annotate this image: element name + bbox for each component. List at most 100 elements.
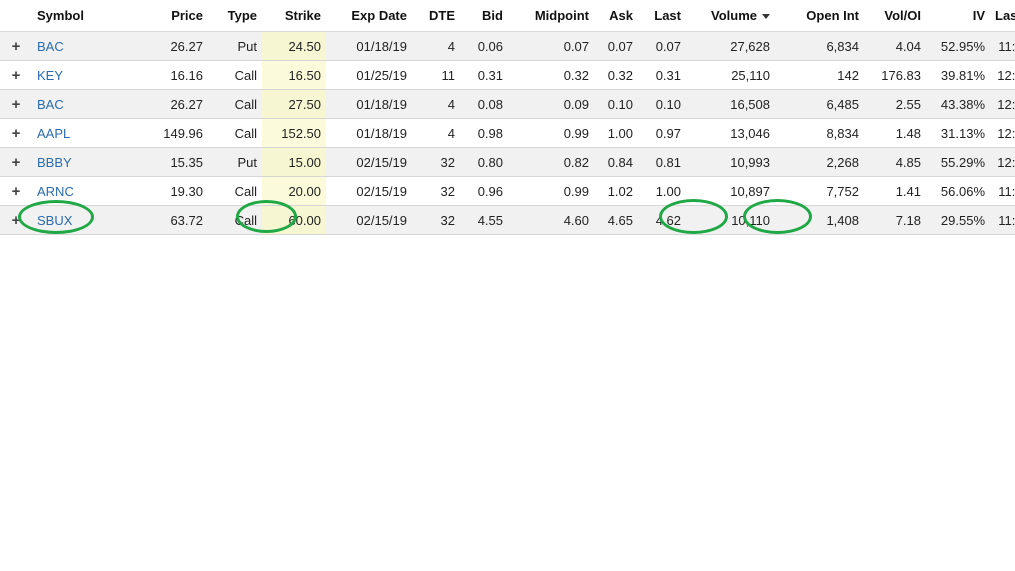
cell-last-trade: 11:54 ET [990,31,1015,61]
cell-type: Call [208,176,262,206]
symbol-link[interactable]: BAC [37,39,64,54]
cell-type: Call [208,118,262,148]
table-body: + BAC 26.27 Put 24.50 01/18/19 4 0.06 0.07 0.07 0.… [0,31,1015,235]
cell-type: Call [208,89,262,119]
cell-strike: 24.50 [262,31,326,61]
cell-exp-date: 01/18/19 [326,89,412,119]
cell-volume: 25,110 [686,60,775,90]
cell-iv: 56.06% [926,176,990,206]
header-exp-date[interactable]: Exp Date [326,0,412,32]
symbol-link[interactable]: SBUX [37,213,72,228]
expand-row-icon[interactable]: + [0,205,32,235]
header-last[interactable]: Last [638,0,686,32]
cell-bid: 0.31 [460,60,508,90]
cell-vol-oi: 4.85 [864,147,926,177]
cell-midpoint: 0.07 [508,31,594,61]
table-row[interactable]: + ARNC 19.30 Call 20.00 02/15/19 32 0.96 0.99 1.0… [0,176,1015,206]
options-table: Symbol Price Type Strike Exp Date DTE Bi… [0,0,1015,235]
table-row[interactable]: + AAPL 149.96 Call 152.50 01/18/19 4 0.98 0.99 1.… [0,118,1015,148]
cell-strike: 60.00 [262,205,326,235]
cell-price: 16.16 [118,60,208,90]
cell-strike: 152.50 [262,118,326,148]
cell-open-int: 1,408 [775,205,864,235]
header-open-int[interactable]: Open Int [775,0,864,32]
cell-last: 0.97 [638,118,686,148]
cell-vol-oi: 176.83 [864,60,926,90]
cell-ask: 0.07 [594,31,638,61]
cell-last: 4.62 [638,205,686,235]
expand-row-icon[interactable]: + [0,176,32,206]
symbol-link[interactable]: AAPL [37,126,70,141]
symbol-link[interactable]: KEY [37,68,63,83]
cell-open-int: 6,485 [775,89,864,119]
header-row: Symbol Price Type Strike Exp Date DTE Bi… [0,0,1015,32]
cell-ask: 4.65 [594,205,638,235]
header-dte[interactable]: DTE [412,0,460,32]
expand-row-icon[interactable]: + [0,31,32,61]
cell-last: 0.10 [638,89,686,119]
table-row[interactable]: + BAC 26.27 Put 24.50 01/18/19 4 0.06 0.07 0.07 0.… [0,31,1015,61]
cell-last-trade: 12:01 ET [990,147,1015,177]
cell-dte: 32 [412,176,460,206]
cell-open-int: 6,834 [775,31,864,61]
table-row[interactable]: + BAC 26.27 Call 27.50 01/18/19 4 0.08 0.09 0.10 0… [0,89,1015,119]
cell-price: 26.27 [118,89,208,119]
cell-symbol: BAC [32,31,118,61]
symbol-link[interactable]: BAC [37,97,64,112]
header-volume[interactable]: Volume [686,0,775,32]
cell-type: Call [208,60,262,90]
cell-bid: 0.08 [460,89,508,119]
header-symbol[interactable]: Symbol [32,0,118,32]
cell-vol-oi: 2.55 [864,89,926,119]
header-iv[interactable]: IV [926,0,990,32]
expand-row-icon[interactable]: + [0,118,32,148]
cell-ask: 1.02 [594,176,638,206]
cell-vol-oi: 7.18 [864,205,926,235]
cell-dte: 32 [412,147,460,177]
header-strike[interactable]: Strike [262,0,326,32]
cell-dte: 4 [412,89,460,119]
cell-symbol: ARNC [32,176,118,206]
table-row[interactable]: + SBUX 63.72 Call 60.00 02/15/19 32 4.55 4.60 4.6… [0,205,1015,235]
expand-row-icon[interactable]: + [0,89,32,119]
cell-exp-date: 01/18/19 [326,31,412,61]
cell-exp-date: 01/25/19 [326,60,412,90]
expand-row-icon[interactable]: + [0,147,32,177]
cell-iv: 43.38% [926,89,990,119]
cell-exp-date: 01/18/19 [326,118,412,148]
symbol-link[interactable]: BBBY [37,155,72,170]
cell-symbol: BBBY [32,147,118,177]
cell-price: 63.72 [118,205,208,235]
cell-last: 0.31 [638,60,686,90]
header-bid[interactable]: Bid [460,0,508,32]
cell-strike: 27.50 [262,89,326,119]
cell-price: 149.96 [118,118,208,148]
cell-volume: 27,628 [686,31,775,61]
table-row[interactable]: + KEY 16.16 Call 16.50 01/25/19 11 0.31 0.32 0.32… [0,60,1015,90]
cell-last-trade: 11:47 ET [990,205,1015,235]
cell-ask: 0.84 [594,147,638,177]
cell-bid: 0.98 [460,118,508,148]
cell-last-trade: 12:06 ET [990,60,1015,90]
header-ask[interactable]: Ask [594,0,638,32]
cell-iv: 52.95% [926,31,990,61]
header-last-trade[interactable]: Last Trade [990,0,1015,32]
cell-vol-oi: 4.04 [864,31,926,61]
symbol-link[interactable]: ARNC [37,184,74,199]
cell-midpoint: 4.60 [508,205,594,235]
cell-iv: 55.29% [926,147,990,177]
cell-vol-oi: 1.48 [864,118,926,148]
header-type[interactable]: Type [208,0,262,32]
cell-strike: 16.50 [262,60,326,90]
header-vol-oi[interactable]: Vol/OI [864,0,926,32]
header-midpoint[interactable]: Midpoint [508,0,594,32]
cell-open-int: 142 [775,60,864,90]
expand-row-icon[interactable]: + [0,60,32,90]
cell-strike: 20.00 [262,176,326,206]
cell-dte: 4 [412,31,460,61]
cell-symbol: SBUX [32,205,118,235]
table-row[interactable]: + BBBY 15.35 Put 15.00 02/15/19 32 0.80 0.82 0.84… [0,147,1015,177]
header-price[interactable]: Price [118,0,208,32]
cell-bid: 0.06 [460,31,508,61]
cell-last-trade: 11:52 ET [990,176,1015,206]
